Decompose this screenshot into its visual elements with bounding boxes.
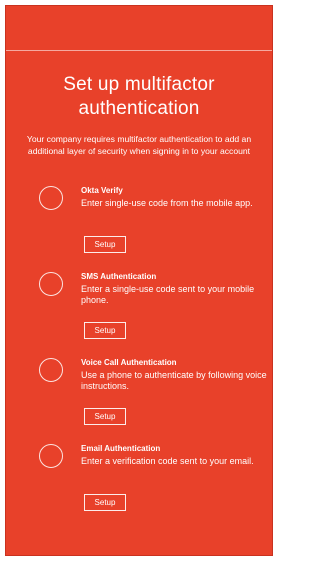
sms-authentication-setup-button[interactable]: Setup — [84, 322, 126, 339]
factor-name: SMS Authentication — [81, 272, 157, 281]
top-bar — [6, 6, 272, 51]
okta-verify-setup-button[interactable]: Setup — [84, 236, 126, 253]
factor-description: Use a phone to authenticate by following… — [81, 370, 267, 391]
page-title: Set up multifactor authentication — [63, 74, 215, 119]
factor-name: Okta Verify — [81, 186, 123, 195]
factor-name: Email Authentication — [81, 444, 161, 453]
mfa-setup-panel: Set up multifactor authentication Your c… — [5, 5, 273, 556]
okta-verify-radio[interactable] — [39, 186, 63, 210]
voice-call-authentication-setup-button[interactable]: Setup — [84, 408, 126, 425]
factor-description: Enter single-use code from the mobile ap… — [81, 198, 253, 208]
factor-description: Enter a verification code sent to your e… — [81, 456, 254, 466]
email-authentication-setup-button[interactable]: Setup — [84, 494, 126, 511]
factor-name: Voice Call Authentication — [81, 358, 177, 367]
page-subtitle: Your company requires multifactor authen… — [26, 134, 252, 156]
factor-description: Enter a single-use code sent to your mob… — [81, 284, 255, 305]
email-authentication-radio[interactable] — [39, 444, 63, 468]
sms-authentication-radio[interactable] — [39, 272, 63, 296]
voice-call-authentication-radio[interactable] — [39, 358, 63, 382]
